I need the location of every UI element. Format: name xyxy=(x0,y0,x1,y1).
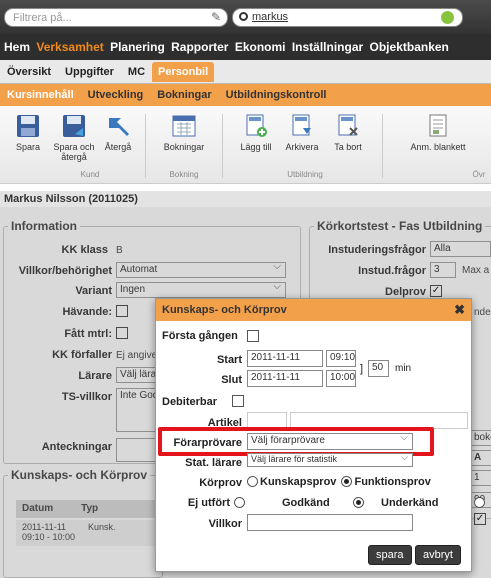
duration-input[interactable]: 50 xyxy=(368,360,389,377)
tab-mc[interactable]: MC xyxy=(121,61,152,83)
tab-personbil[interactable]: Personbil xyxy=(152,62,215,82)
kunskapsprov-label: Kunskapsprov xyxy=(260,476,337,488)
group-utbildning: Utbildning xyxy=(287,170,323,179)
bookings-button[interactable]: Bokningar xyxy=(152,106,216,152)
bookings-label: Bokningar xyxy=(163,142,205,152)
delete-document-icon xyxy=(338,114,358,136)
save-dialog-button[interactable]: spara xyxy=(368,545,412,565)
stat-larare-select[interactable]: Välj lärare för statistik xyxy=(247,452,413,467)
min-label: min xyxy=(395,363,412,374)
tab-utbildningskontroll[interactable]: Utbildningskontroll xyxy=(219,84,334,106)
save-label: Spara xyxy=(15,142,41,152)
nav-verksamhet[interactable]: Verksamhet xyxy=(36,40,103,54)
delete-label: Ta bort xyxy=(334,142,362,152)
highlight-box xyxy=(158,427,434,456)
ribbon-divider xyxy=(382,114,383,178)
kunskaps-dialog: Kunskaps- och Körprov ✖ Första gången Sta… xyxy=(155,298,486,572)
filter-placeholder: Filtrera på... xyxy=(13,12,72,24)
form-icon xyxy=(429,114,447,137)
archive-label: Arkivera xyxy=(285,142,319,152)
nav-hem[interactable]: Hem xyxy=(4,40,30,54)
start-label: Start xyxy=(216,354,242,366)
person-header: Markus Nilsson (2011025) xyxy=(0,191,491,207)
nav-planering[interactable]: Planering xyxy=(110,40,165,54)
bracket: ] xyxy=(360,363,364,375)
calendar-icon xyxy=(172,115,196,137)
return-button[interactable]: Återgå xyxy=(92,106,144,152)
sub-nav: Översikt Uppgifter MC Personbil xyxy=(0,60,491,84)
godkand-label: Godkänd xyxy=(282,497,330,509)
underkand-label: Underkänd xyxy=(381,497,439,509)
anm-blankett-label: Anm. blankett xyxy=(410,142,466,152)
ribbon-toolbar: Spara Spara och återgå Återgå Bokningar … xyxy=(0,106,491,184)
funktionsprov-label: Funktionsprov xyxy=(354,476,431,488)
funktionsprov-radio[interactable] xyxy=(341,476,353,487)
forsta-label: Första gången xyxy=(162,330,238,342)
close-icon[interactable]: ✖ xyxy=(454,302,465,318)
stat-larare-label: Stat. lärare xyxy=(185,457,242,469)
nav-rapporter[interactable]: Rapporter xyxy=(171,40,228,54)
group-kund: Kund xyxy=(80,170,100,179)
ribbon-divider xyxy=(222,114,223,178)
cancel-dialog-button[interactable]: avbryt xyxy=(415,545,461,565)
filter-input[interactable]: Filtrera på... ✎ xyxy=(4,8,228,27)
tab-uppgifter[interactable]: Uppgifter xyxy=(58,61,121,83)
group-ovrigt: Övr xyxy=(472,170,486,179)
anm-blankett-button[interactable]: Anm. blankett xyxy=(410,106,466,152)
tab-bokningar[interactable]: Bokningar xyxy=(150,84,218,106)
forsta-checkbox[interactable] xyxy=(247,330,259,342)
godkand-radio[interactable] xyxy=(353,497,365,508)
archive-icon xyxy=(292,114,311,136)
tab-oversikt[interactable]: Översikt xyxy=(0,61,58,83)
group-bokning: Bokning xyxy=(169,170,199,179)
add-button[interactable]: Lägg till xyxy=(230,106,282,152)
korprov-options: Kunskapsprov Funktionsprov xyxy=(247,476,431,488)
return-label: Återgå xyxy=(104,142,132,152)
save-button[interactable]: Spara xyxy=(2,106,54,152)
section-tabs: Kursinnehåll Utveckling Bokningar Utbildnin… xyxy=(0,84,491,106)
nav-ekonomi[interactable]: Ekonomi xyxy=(235,40,286,54)
search-icon xyxy=(239,12,248,21)
ejutfort-radio[interactable] xyxy=(234,497,245,508)
slut-label: Slut xyxy=(221,374,242,386)
ejutfort-label: Ej utfört xyxy=(187,497,230,509)
tab-utveckling[interactable]: Utveckling xyxy=(81,84,151,106)
pin-icon[interactable]: ✎ xyxy=(211,10,221,24)
floppy-return-icon xyxy=(63,115,85,137)
nav-objektbanken[interactable]: Objektbanken xyxy=(370,40,449,54)
slut-date-input[interactable]: 2011-11-11 xyxy=(247,370,323,387)
status-badge[interactable] xyxy=(441,11,454,24)
slut-time-input[interactable]: 10:00 xyxy=(326,370,356,387)
main-nav: Hem Verksamhet Planering Rapporter Ekono… xyxy=(0,34,491,60)
korprov-label: Körprov xyxy=(199,477,242,489)
tab-kursinnehall[interactable]: Kursinnehåll xyxy=(0,84,81,106)
return-arrow-icon xyxy=(109,118,129,136)
dialog-title: Kunskaps- och Körprov xyxy=(162,304,287,316)
archive-button[interactable]: Arkivera xyxy=(276,106,328,152)
search-input[interactable]: markus xyxy=(232,8,463,27)
add-label: Lägg till xyxy=(240,142,272,152)
debiterbar-checkbox[interactable] xyxy=(232,395,244,407)
nav-installningar[interactable]: Inställningar xyxy=(292,40,363,54)
kunskapsprov-radio[interactable] xyxy=(247,476,258,487)
villkor-input[interactable] xyxy=(247,514,413,531)
dialog-header: Kunskaps- och Körprov ✖ xyxy=(156,299,471,321)
search-query: markus xyxy=(252,11,289,23)
floppy-icon xyxy=(17,115,39,137)
start-time-input[interactable]: 09:10 xyxy=(326,350,356,367)
villkor-dialog-label: Villkor xyxy=(208,518,242,530)
start-date-input[interactable]: 2011-11-11 xyxy=(247,350,323,367)
delete-button[interactable]: Ta bort xyxy=(322,106,374,152)
ribbon-divider xyxy=(145,114,146,178)
debiterbar-label: Debiterbar xyxy=(162,396,218,408)
save-and-return-label: Spara och återgå xyxy=(53,142,95,162)
add-document-icon xyxy=(246,114,267,137)
